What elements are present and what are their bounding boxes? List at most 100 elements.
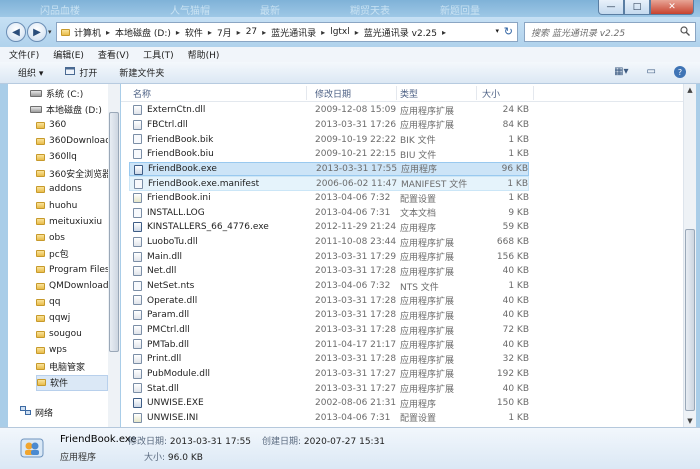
breadcrumb-separator[interactable]: ▸ — [355, 28, 359, 37]
breadcrumb-item[interactable]: 蓝光通讯录 v2.25 — [364, 26, 437, 39]
menu-help[interactable]: 帮助(H) — [188, 48, 220, 61]
navpane-item[interactable]: qq — [36, 294, 60, 310]
search-input[interactable]: 搜索 蓝光通讯录 v2.25 — [524, 22, 696, 42]
breadcrumb-separator[interactable]: ▸ — [237, 28, 241, 37]
navigation-pane-scrollbar[interactable] — [108, 84, 120, 427]
new-folder-button[interactable]: 新建文件夹 — [119, 66, 164, 79]
navpane-item-label: 360llq — [49, 152, 77, 163]
window-title-bar: 闪品血楼 人气猫帽 最新 糊贸天表 新题回量 — □ ✕ — [0, 0, 700, 17]
file-row[interactable]: UNWISE.EXE 2002-08-06 21:31 应用程序 150 KB — [129, 396, 529, 411]
breadcrumb-separator[interactable]: ▸ — [176, 28, 180, 37]
scroll-up-arrow[interactable]: ▲ — [684, 84, 696, 96]
scrollbar-thumb[interactable] — [685, 229, 695, 411]
navpane-item-label: pc包 — [49, 250, 69, 261]
breadcrumb-item[interactable]: 计算机 — [74, 26, 101, 39]
help-icon[interactable]: ? — [674, 66, 686, 78]
maximize-button[interactable]: □ — [624, 0, 650, 15]
file-row[interactable]: PMTab.dll 2011-04-17 21:17 应用程序扩展 40 KB — [129, 337, 529, 352]
file-row[interactable]: FriendBook.ini 2013-04-06 7:32 配置设置 1 KB — [129, 191, 529, 206]
navpane-item[interactable]: addons — [36, 181, 82, 197]
navpane-item[interactable]: qqwj — [36, 310, 70, 326]
navpane-item[interactable]: wps — [36, 342, 67, 358]
scroll-down-arrow[interactable]: ▼ — [684, 415, 696, 427]
file-row[interactable]: Stat.dll 2013-03-31 17:27 应用程序扩展 40 KB — [129, 381, 529, 396]
navpane-item[interactable]: 系统 (C:) — [30, 85, 83, 101]
navpane-item[interactable]: 电脑管家 — [36, 359, 85, 375]
navpane-item[interactable]: QMDownload — [36, 278, 109, 294]
menu-edit[interactable]: 编辑(E) — [53, 48, 84, 61]
file-row[interactable]: NetSet.nts 2013-04-06 7:32 NTS 文件 1 KB — [129, 279, 529, 294]
breadcrumb-separator[interactable]: ▸ — [262, 28, 266, 37]
column-divider[interactable] — [306, 86, 307, 100]
navpane-item[interactable]: huohu — [36, 198, 77, 214]
column-header-type[interactable]: 类型 — [400, 87, 418, 100]
file-row[interactable]: ExternCtn.dll 2009-12-08 15:09 应用程序扩展 24 KB — [129, 103, 529, 118]
navpane-item[interactable]: pc包 — [36, 246, 69, 262]
address-dropdown-arrow[interactable]: ▾ — [495, 27, 499, 35]
preview-pane-icon[interactable]: ▭ — [647, 66, 656, 78]
close-button[interactable]: ✕ — [650, 0, 694, 15]
recent-pages-dropdown[interactable]: ▾ — [48, 28, 52, 36]
file-row[interactable]: Main.dll 2013-03-31 17:29 应用程序扩展 156 KB — [129, 250, 529, 265]
breadcrumb-item[interactable]: 7月 — [217, 26, 232, 39]
file-row[interactable]: FriendBook.exe.manifest 2006-06-02 11:47 M… — [129, 176, 529, 191]
breadcrumb-item[interactable]: 蓝光通讯录 — [271, 26, 316, 39]
file-row[interactable]: FriendBook.bik 2009-10-19 22:22 BIK 文件 1 KB — [129, 132, 529, 147]
column-header-date[interactable]: 修改日期 — [315, 87, 351, 100]
column-header-size[interactable]: 大小 — [482, 87, 500, 100]
navpane-item[interactable]: Program Files — [36, 262, 110, 278]
file-row[interactable]: INSTALL.LOG 2013-04-06 7:31 文本文档 9 KB — [129, 206, 529, 221]
view-options-icon[interactable]: ▦▾ — [614, 66, 628, 78]
column-divider[interactable] — [396, 86, 397, 100]
file-row[interactable]: FBCtrl.dll 2013-03-31 17:26 应用程序扩展 84 KB — [129, 118, 529, 133]
file-row[interactable]: LuoboTu.dll 2011-10-08 23:44 应用程序扩展 668 KB — [129, 235, 529, 250]
menu-view[interactable]: 查看(V) — [98, 48, 129, 61]
breadcrumb-separator[interactable]: ▸ — [106, 28, 110, 37]
file-row[interactable]: Print.dll 2013-03-31 17:28 应用程序扩展 32 KB — [129, 352, 529, 367]
breadcrumb-item[interactable]: 本地磁盘 (D:) — [115, 26, 171, 39]
navpane-item[interactable]: 360 — [36, 117, 66, 133]
forward-button[interactable]: ▶ — [27, 22, 47, 42]
navpane-item-network[interactable]: 网络 — [20, 404, 53, 420]
navpane-item[interactable]: 360Downloads — [36, 133, 116, 149]
file-row[interactable]: Net.dll 2013-03-31 17:28 应用程序扩展 40 KB — [129, 264, 529, 279]
minimize-button[interactable]: — — [598, 0, 624, 15]
organize-button[interactable]: 组织 ▾ — [18, 66, 43, 79]
breadcrumb-item[interactable]: lgtxl — [330, 27, 350, 37]
file-list-scrollbar[interactable]: ▲ ▼ — [683, 84, 696, 427]
breadcrumb-item[interactable]: 软件 — [185, 26, 203, 39]
column-divider[interactable] — [533, 86, 534, 100]
navpane-item[interactable]: 360llq — [36, 149, 77, 165]
file-row[interactable]: UNWISE.INI 2013-04-06 7:31 配置设置 1 KB — [129, 411, 529, 426]
navpane-item[interactable]: 软件 — [36, 374, 108, 391]
menu-file[interactable]: 文件(F) — [9, 48, 39, 61]
open-button[interactable]: 打开 — [65, 66, 97, 79]
file-row[interactable]: PMCtrl.dll 2013-03-31 17:28 应用程序扩展 72 KB — [129, 323, 529, 338]
back-button[interactable]: ◀ — [6, 22, 26, 42]
navpane-item[interactable]: obs — [36, 230, 65, 246]
dll-file-icon — [133, 236, 142, 247]
menu-tools[interactable]: 工具(T) — [143, 48, 174, 61]
column-divider[interactable] — [476, 86, 477, 100]
breadcrumb-separator[interactable]: ▸ — [321, 28, 325, 37]
navpane-item[interactable]: 360安全浏览器 — [36, 165, 111, 181]
file-row[interactable]: PubModule.dll 2013-03-31 17:27 应用程序扩展 192 K… — [129, 367, 529, 382]
navpane-item[interactable]: 本地磁盘 (D:) — [30, 101, 102, 117]
file-modified-date: 2013-03-31 17:29 — [315, 251, 397, 262]
breadcrumb-separator[interactable]: ▸ — [208, 28, 212, 37]
search-icon[interactable] — [680, 26, 690, 39]
column-header-name[interactable]: 名称 — [133, 87, 151, 100]
file-row[interactable]: FriendBook.biu 2009-10-21 22:15 BIU 文件 1 KB — [129, 147, 529, 162]
selected-file-name: FriendBook.exe — [60, 434, 137, 445]
file-row[interactable]: Param.dll 2013-03-31 17:28 应用程序扩展 40 KB — [129, 308, 529, 323]
breadcrumb-item[interactable]: 27 — [246, 27, 257, 37]
scrollbar-thumb[interactable] — [109, 112, 119, 352]
navpane-item[interactable]: sougou — [36, 326, 82, 342]
refresh-icon[interactable]: ↻ — [504, 25, 513, 38]
file-row[interactable]: FriendBook.exe 2013-03-31 17:55 应用程序 96 KB — [129, 161, 529, 177]
navpane-item[interactable]: meituxiuxiu — [36, 214, 102, 230]
breadcrumb-separator[interactable]: ▸ — [442, 28, 446, 37]
file-row[interactable]: KINSTALLERS_66_4776.exe 2012-11-29 21:24 应… — [129, 220, 529, 235]
file-row[interactable]: Operate.dll 2013-03-31 17:28 应用程序扩展 40 KB — [129, 293, 529, 308]
address-bar[interactable]: 计算机 ▸ 本地磁盘 (D:) ▸ 软件 ▸ 7月 ▸ 27 ▸ 蓝光通讯录 ▸ lgtxl ▸ 蓝光通讯录… — [56, 22, 518, 42]
